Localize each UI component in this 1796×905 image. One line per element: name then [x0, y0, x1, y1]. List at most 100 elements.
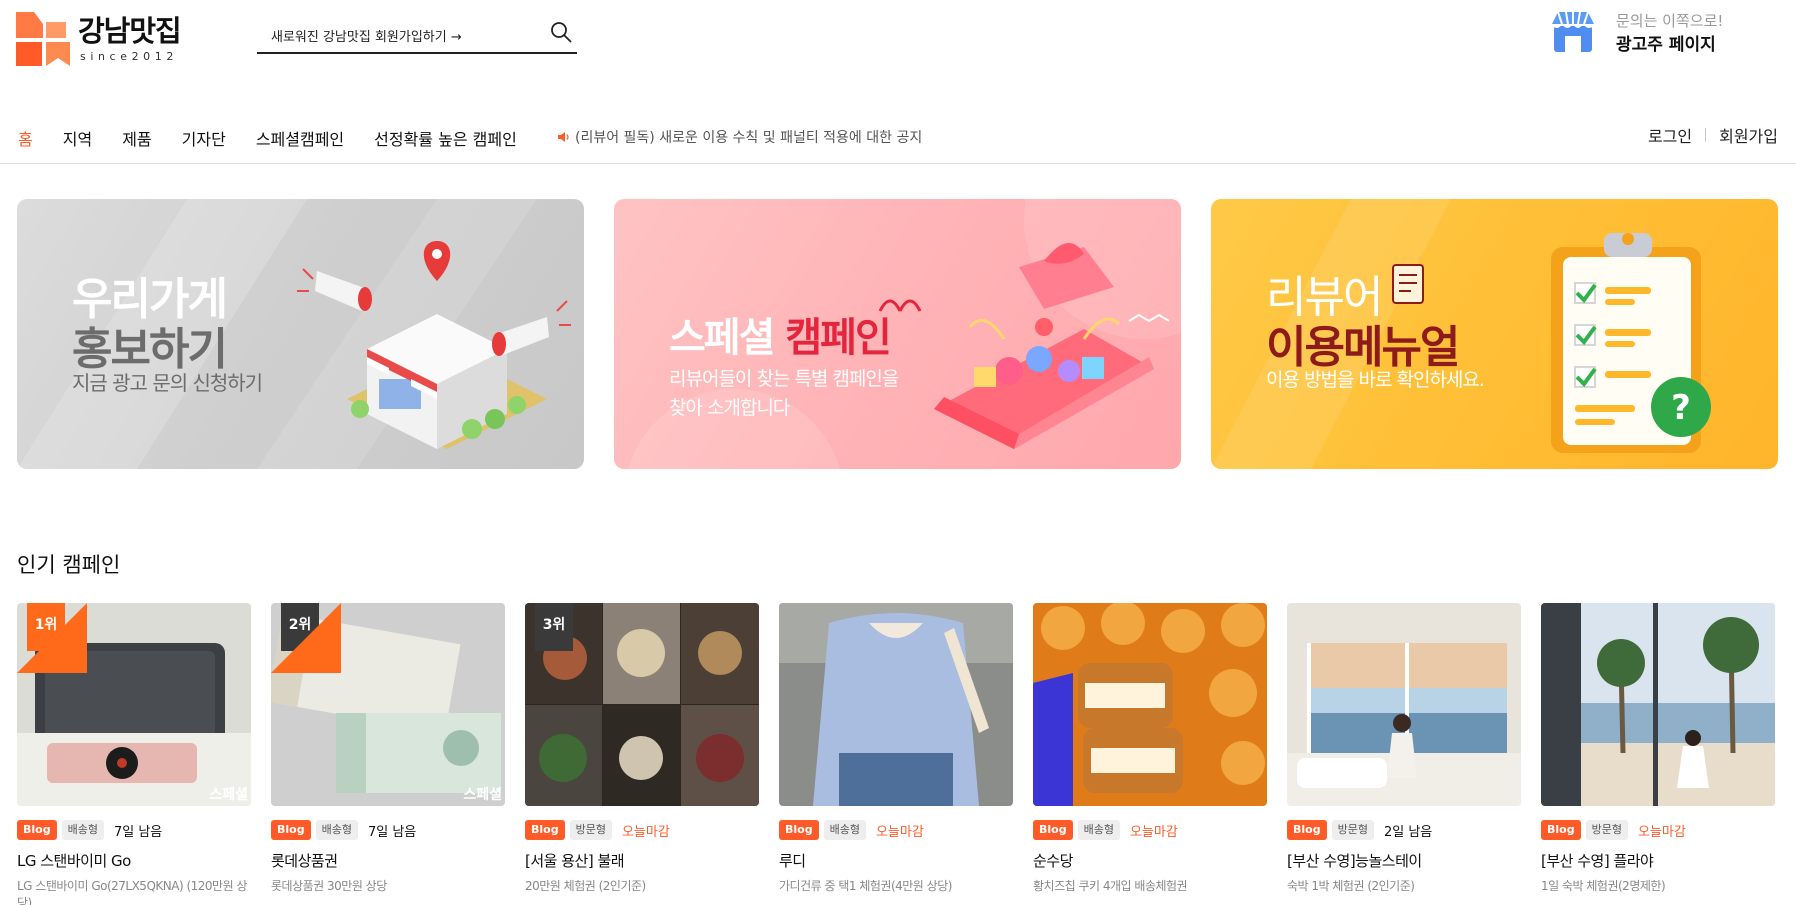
search-bar[interactable]: 새로워진 강남맛집 회원가입하기 → [257, 16, 577, 54]
main-nav: 홈 지역 제품 기자단 스페셜캠페인 선정확률 높은 캠페인 (리뷰어 필독) … [0, 112, 1796, 164]
remaining-days: 오늘마감 [621, 824, 670, 840]
search-icon[interactable] [549, 20, 573, 44]
banner-reviewer-manual[interactable]: ? 리뷰어 이용메뉴얼 이용 방법을 바로 확인하세요. [1211, 199, 1778, 469]
campaign-card[interactable]: 3위 Blog 방문형 오늘마감 [서울 용산] 불래 20만원 체험권 (2인… [525, 603, 759, 905]
campaign-title[interactable]: [서울 용산] 불래 [525, 850, 625, 871]
campaign-title[interactable]: 롯데상품권 [271, 850, 338, 871]
campaign-title[interactable]: 루디 [779, 850, 806, 871]
nav-item-region[interactable]: 지역 [63, 126, 92, 150]
banner-special-subtitle-line-2: 찾아 소개합니다 [669, 397, 790, 419]
nav-item-product[interactable]: 제품 [122, 126, 151, 150]
campaign-tags: Blog 배송형 7일 남음 [17, 819, 162, 841]
banner-manual-subtitle: 이용 방법을 바로 확인하세요. [1266, 369, 1485, 391]
logo[interactable]: 강남맛집 since2012 [16, 10, 206, 66]
banner-special-subtitle-line-1: 리뷰어들이 찾는 특별 캠페인을 [669, 368, 899, 390]
campaign-thumbnail [779, 603, 1013, 806]
campaign-tags: Blog 방문형 오늘마감 [1541, 819, 1686, 841]
special-ribbon-label: 스페셜 [463, 787, 502, 803]
advertiser-page-link[interactable]: 문의는 이쪽으로! 광고주 페이지 [1550, 8, 1750, 56]
campaign-description: 숙박 1박 체험권 (2인기준) [1287, 879, 1415, 893]
campaign-thumbnail [1541, 603, 1775, 806]
campaign-card[interactable]: 1위 스페셜 Blog 배송형 7일 남음 LG 스탠바이미 Go LG 스탠바… [17, 603, 251, 905]
auth-links: 로그인 회원가입 [1648, 123, 1778, 147]
campaign-description: LG 스탠바이미 Go(27LX5QKNA) (120만원 상당) [17, 879, 247, 905]
remaining-days: 오늘마감 [875, 824, 924, 840]
auth-divider [1705, 128, 1707, 142]
channel-badge: Blog [1287, 820, 1327, 840]
nav-item-home[interactable]: 홈 [18, 126, 33, 150]
channel-badge: Blog [525, 820, 565, 840]
campaign-thumbnail: 1위 스페셜 [17, 603, 251, 806]
campaign-description: 가디건류 중 택1 체험권(4만원 상당) [779, 879, 952, 893]
campaign-card[interactable]: Blog 방문형 2일 남음 [부산 수영]능놀스테이 숙박 1박 체험권 (2… [1287, 603, 1521, 905]
campaign-thumbnail: 2위 스페셜 [271, 603, 505, 806]
remaining-days: 오늘마감 [1129, 824, 1178, 840]
channel-badge: Blog [1541, 820, 1581, 840]
banner-advertise-subtitle: 지금 광고 문의 신청하기 [72, 371, 263, 395]
notice-text: (리뷰어 필독) 새로운 이용 수칙 및 패널티 적용에 대한 공지 [575, 130, 923, 146]
advertiser-subtext: 문의는 이쪽으로! [1616, 12, 1724, 30]
type-badge: 배송형 [1077, 820, 1120, 840]
campaign-tags: Blog 배송형 오늘마감 [779, 819, 924, 841]
banner-special-title-word-2: 캠페인 [785, 315, 891, 361]
speaker-icon [558, 132, 569, 142]
nav-item-reporter[interactable]: 기자단 [182, 126, 226, 150]
campaign-tags: Blog 배송형 7일 남음 [271, 819, 416, 841]
campaign-card[interactable]: Blog 방문형 오늘마감 [부산 수영] 플라야 1일 숙박 체험권(2명제한… [1541, 603, 1775, 905]
remaining-days: 7일 남음 [113, 824, 163, 840]
campaign-title[interactable]: [부산 수영]능놀스테이 [1287, 850, 1422, 871]
campaign-tags: Blog 방문형 2일 남음 [1287, 819, 1432, 841]
store-icon [1552, 11, 1594, 52]
notice-link[interactable]: (리뷰어 필독) 새로운 이용 수칙 및 패널티 적용에 대한 공지 [557, 127, 922, 147]
campaign-card[interactable]: 2위 스페셜 Blog 배송형 7일 남음 롯데상품권 롯데상품권 30만원 상… [271, 603, 505, 905]
banner-special-campaign[interactable]: 스페셜 캠페인 리뷰어들이 찾는 특별 캠페인을 찾아 소개합니다 [614, 199, 1181, 469]
type-badge: 배송형 [823, 820, 866, 840]
channel-badge: Blog [1033, 820, 1073, 840]
campaign-image [1541, 603, 1775, 806]
channel-badge: Blog [779, 820, 819, 840]
campaign-card[interactable]: Blog 배송형 오늘마감 루디 가디건류 중 택1 체험권(4만원 상당) [779, 603, 1013, 905]
special-ribbon [271, 603, 341, 673]
campaign-image [1287, 603, 1521, 806]
rank-badge: 3위 [535, 603, 573, 651]
campaign-description: 1일 숙박 체험권(2명제한) [1541, 879, 1666, 893]
campaign-tags: Blog 방문형 오늘마감 [525, 819, 670, 841]
channel-badge: Blog [17, 820, 57, 840]
campaign-tags: Blog 배송형 오늘마감 [1033, 819, 1178, 841]
signup-link[interactable]: 회원가입 [1719, 123, 1778, 147]
search-input[interactable]: 새로워진 강남맛집 회원가입하기 → [271, 26, 462, 45]
campaign-title[interactable]: 순수당 [1033, 850, 1073, 871]
campaign-thumbnail [1033, 603, 1267, 806]
banner-advertise[interactable]: 우리가게 홍보하기 지금 광고 문의 신청하기 [17, 199, 584, 469]
nav-item-special-campaign[interactable]: 스페셜캠페인 [256, 126, 344, 150]
logo-since: since2012 [80, 50, 178, 63]
section-title: 인기 캠페인 [17, 553, 121, 577]
type-badge: 방문형 [1585, 820, 1628, 840]
banner-special-title-word-1: 스페셜 [669, 315, 775, 361]
special-ribbon-label: 스페셜 [209, 787, 248, 803]
special-ribbon [17, 603, 87, 673]
campaign-thumbnail [1287, 603, 1521, 806]
nav-items: 홈 지역 제품 기자단 스페셜캠페인 선정확률 높은 캠페인 [18, 126, 547, 150]
campaign-title[interactable]: LG 스탠바이미 Go [17, 850, 131, 871]
campaign-title[interactable]: [부산 수영] 플라야 [1541, 850, 1654, 871]
banner-special-title: 스페셜 캠페인 [669, 305, 892, 363]
campaign-card[interactable]: Blog 배송형 오늘마감 순수당 황치즈칩 쿠키 4개입 배송체험권 [1033, 603, 1267, 905]
type-badge: 방문형 [569, 820, 612, 840]
svg-text:?: ? [1671, 388, 1691, 428]
channel-badge: Blog [271, 820, 311, 840]
type-badge: 방문형 [1331, 820, 1374, 840]
campaign-image [779, 603, 1013, 806]
campaign-image [1033, 603, 1267, 806]
nav-item-high-chance-campaign[interactable]: 선정확률 높은 캠페인 [374, 126, 517, 150]
type-badge: 배송형 [61, 820, 104, 840]
campaign-description: 롯데상품권 30만원 상당 [271, 879, 387, 893]
banner-special-subtitle: 리뷰어들이 찾는 특별 캠페인을 찾아 소개합니다 [669, 365, 899, 423]
type-badge: 배송형 [315, 820, 358, 840]
campaign-thumbnail: 3위 [525, 603, 759, 806]
campaign-description: 20만원 체험권 (2인기준) [525, 879, 646, 893]
logo-mark-icon [16, 12, 70, 66]
login-link[interactable]: 로그인 [1648, 123, 1692, 147]
remaining-days: 오늘마감 [1637, 824, 1686, 840]
logo-title: 강남맛집 [78, 14, 182, 48]
